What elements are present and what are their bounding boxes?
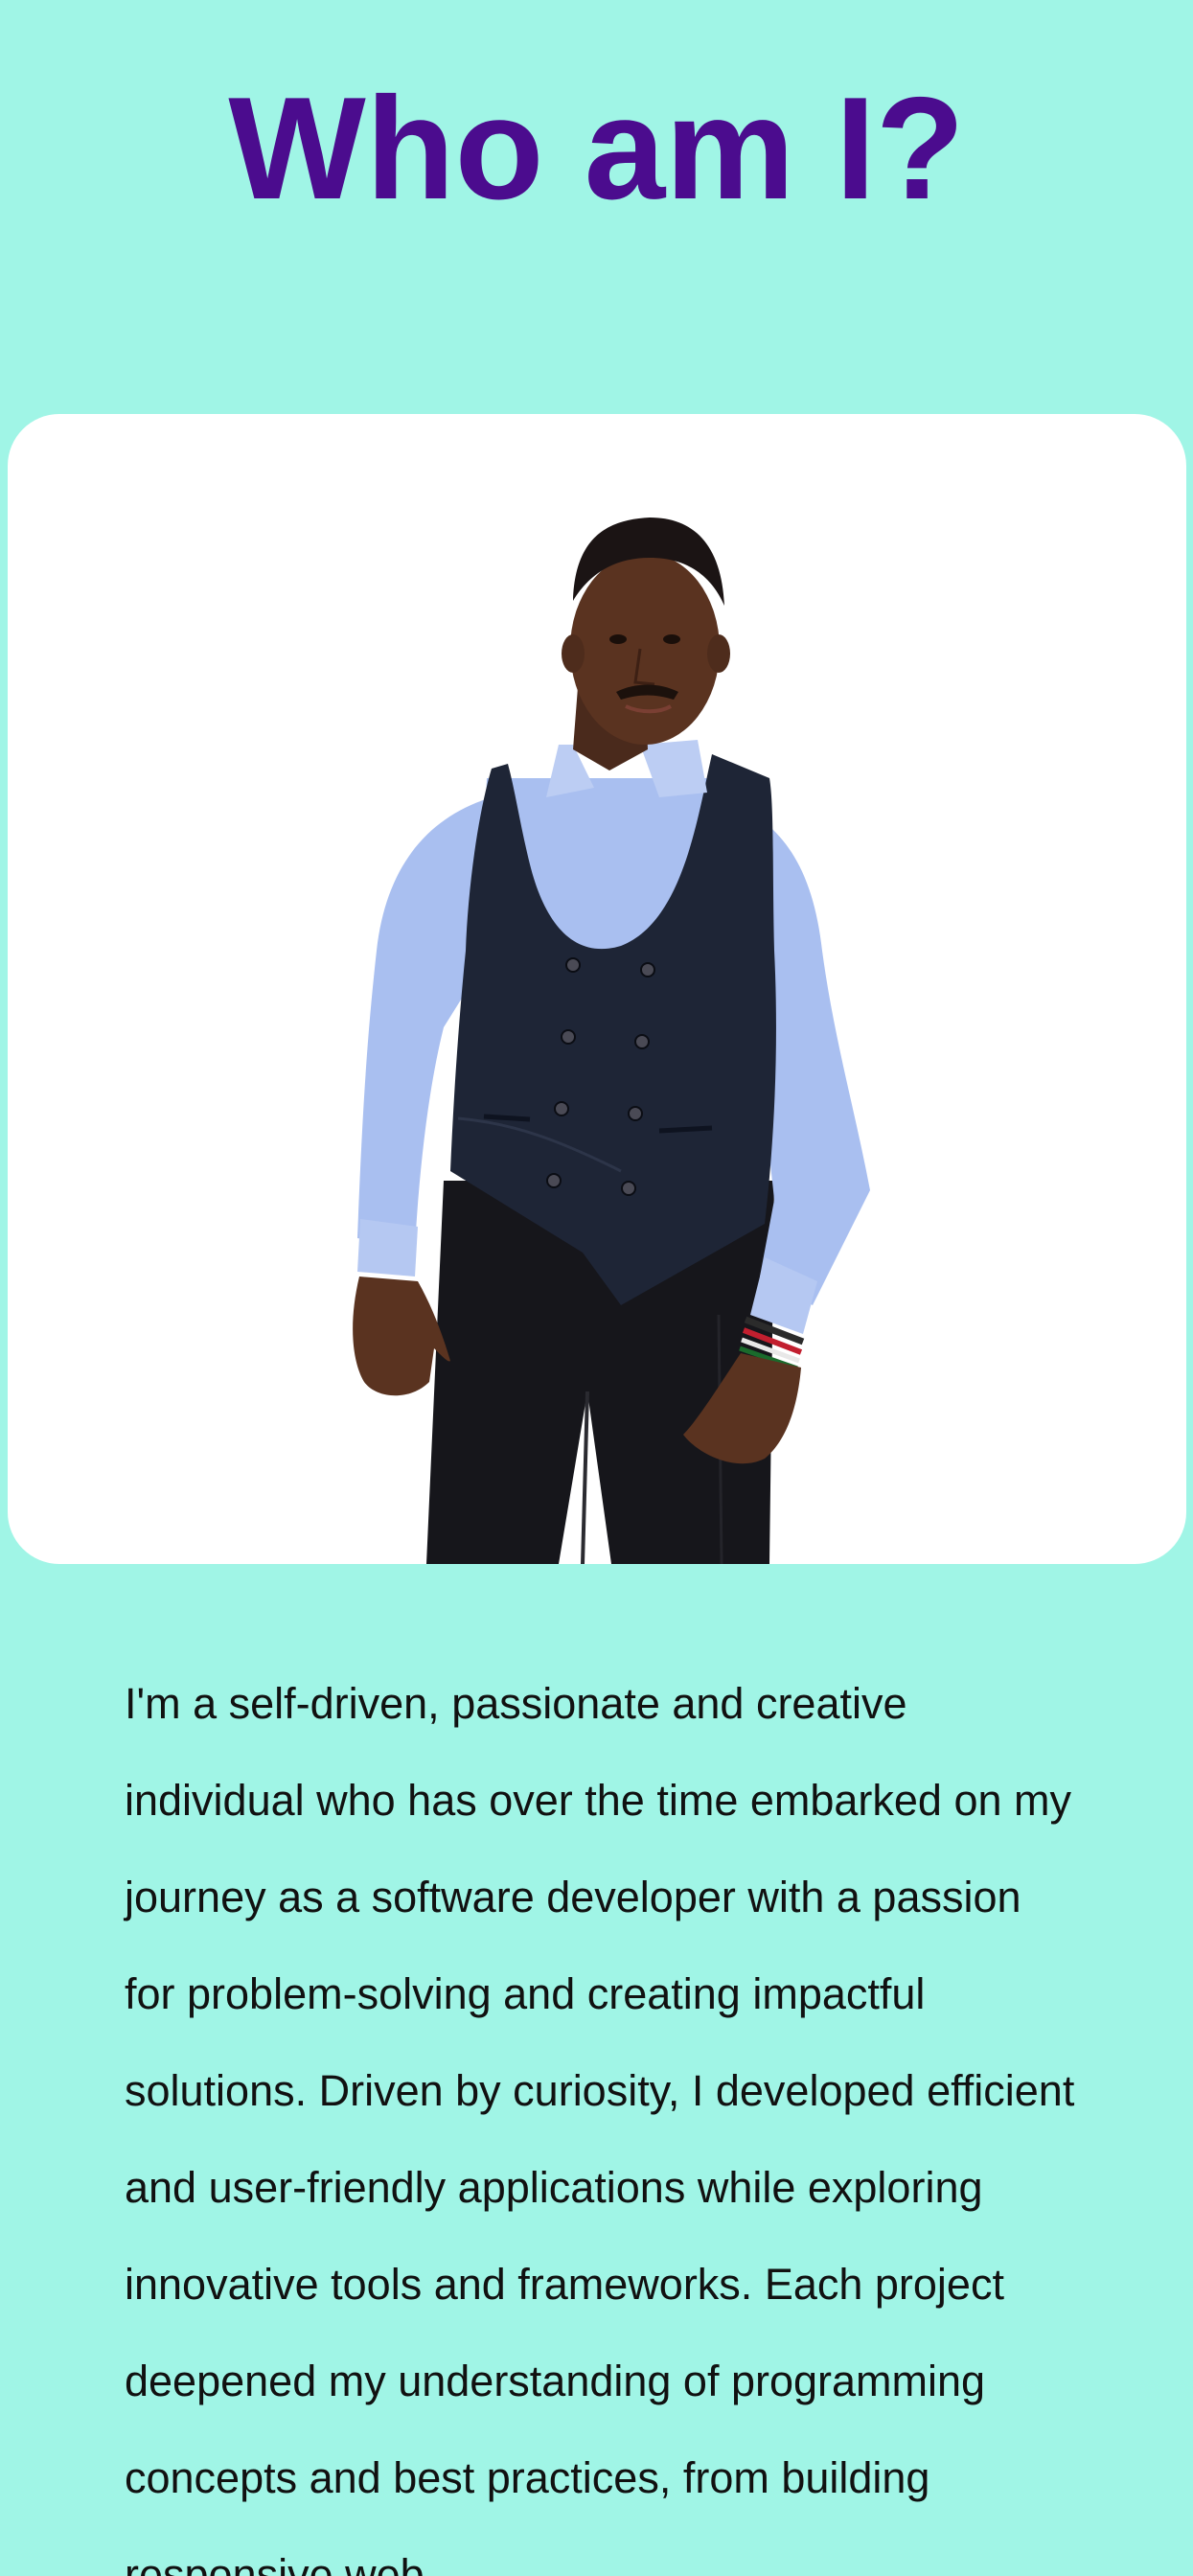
page-title: Who am I? (228, 67, 965, 230)
profile-photo-card (8, 414, 1186, 1564)
profile-photo (353, 518, 870, 1564)
about-paragraph: I'm a self-driven, passionate and creati… (125, 1679, 1075, 2576)
about-page: Who am I? I'm a self-driven, passionate … (0, 0, 1193, 2576)
head (570, 553, 720, 745)
